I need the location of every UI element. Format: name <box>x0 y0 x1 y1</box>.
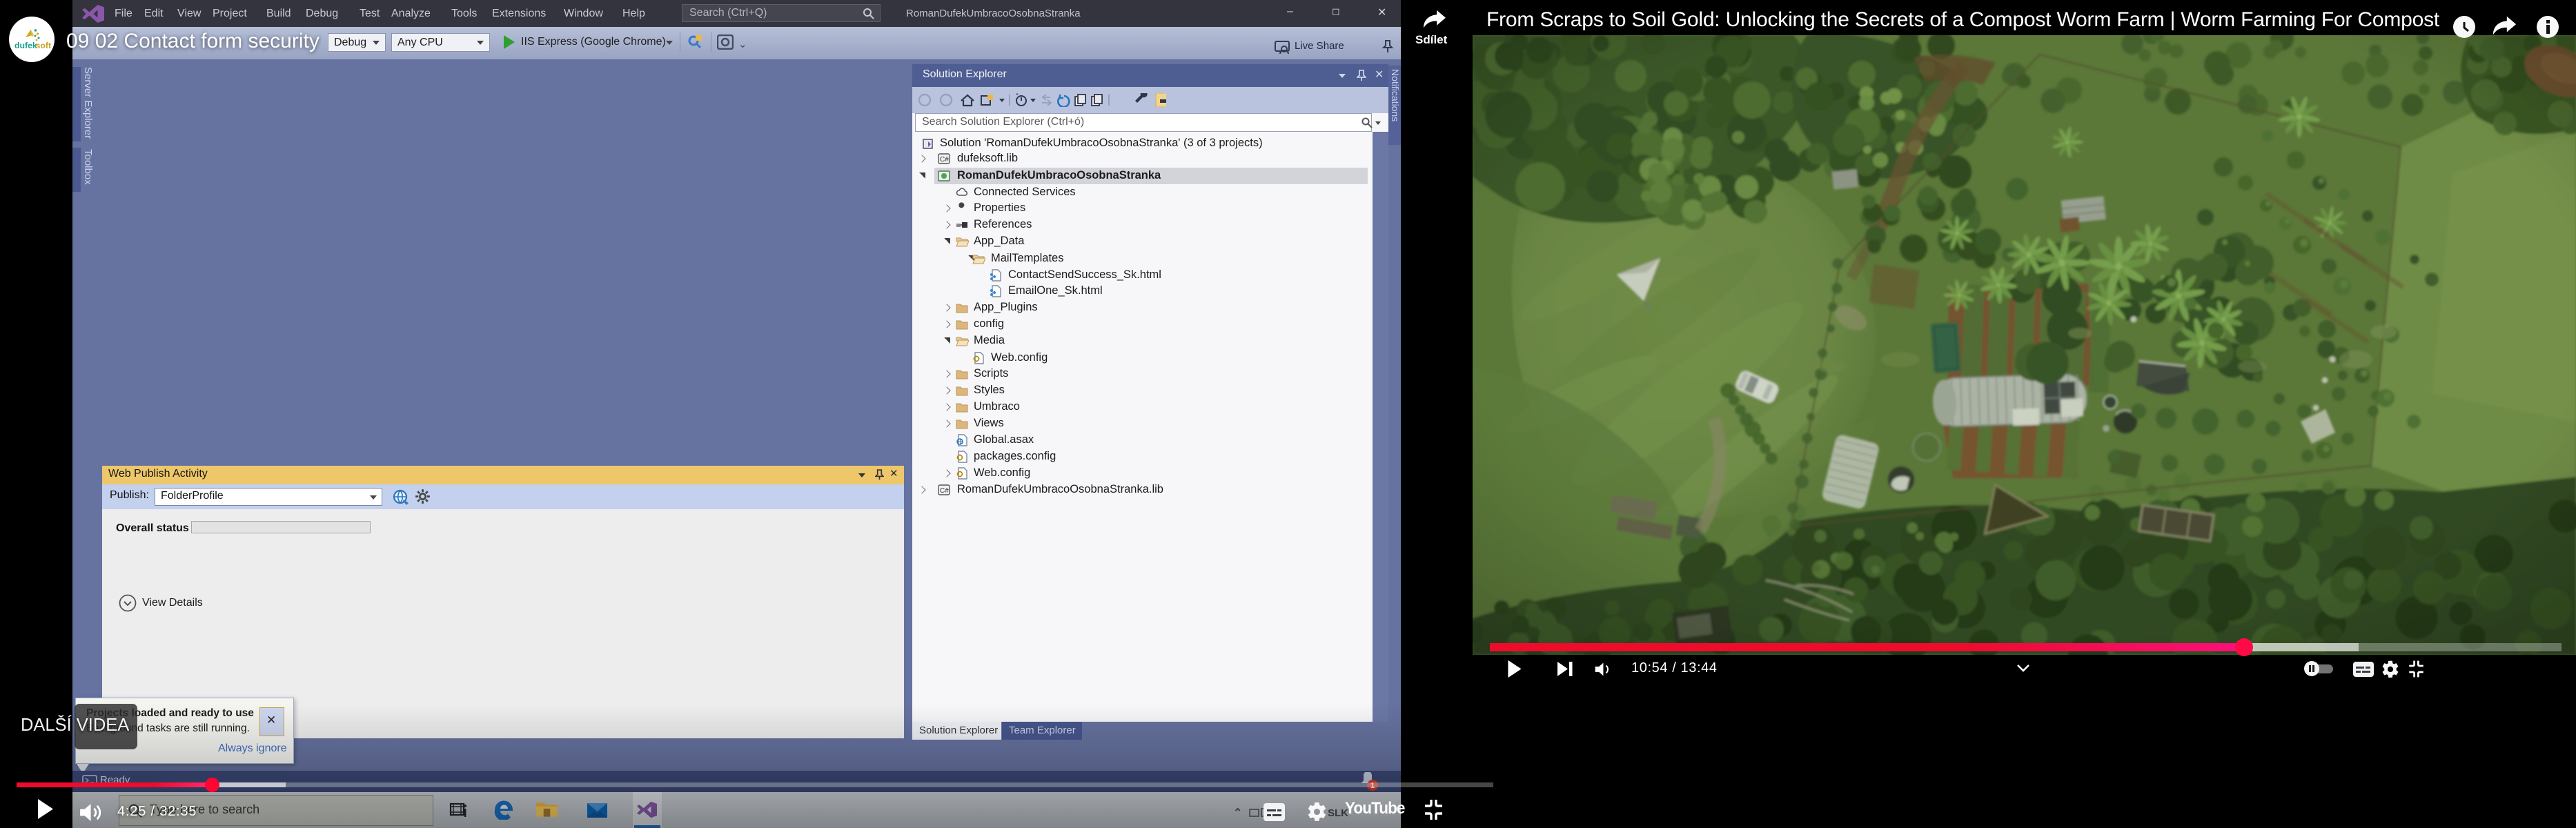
svg-text:YouTube: YouTube <box>1345 799 1406 817</box>
svg-text:soft: soft <box>36 41 52 50</box>
svg-text:C#: C# <box>940 487 949 495</box>
svg-text:C#: C# <box>940 156 949 164</box>
svg-text:dufek: dufek <box>14 41 37 50</box>
